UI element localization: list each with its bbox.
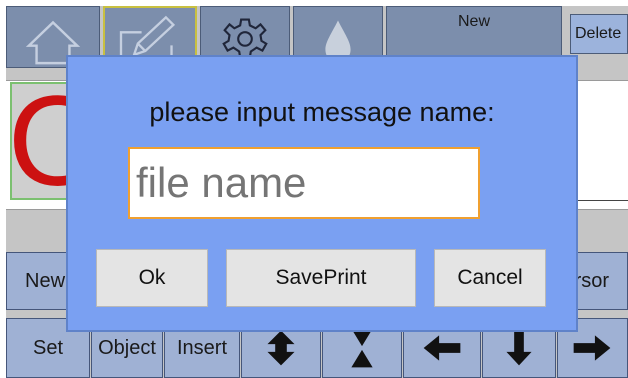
delete-label: Delete: [575, 25, 622, 42]
message-name-dialog: please input message name: Ok SavePrint …: [66, 55, 578, 332]
saveprint-button[interactable]: SavePrint: [226, 249, 416, 307]
file-name-input[interactable]: [128, 147, 480, 219]
new-top-label: New: [457, 13, 490, 30]
cancel-button[interactable]: Cancel: [434, 249, 546, 307]
object-label: Object: [98, 337, 156, 359]
ok-button[interactable]: Ok: [96, 249, 208, 307]
delete-button[interactable]: Delete: [570, 14, 628, 54]
dialog-prompt: please input message name:: [149, 97, 495, 127]
set-label: Set: [32, 337, 64, 359]
new-mid-label: New: [25, 270, 66, 292]
insert-label: Insert: [176, 337, 228, 359]
